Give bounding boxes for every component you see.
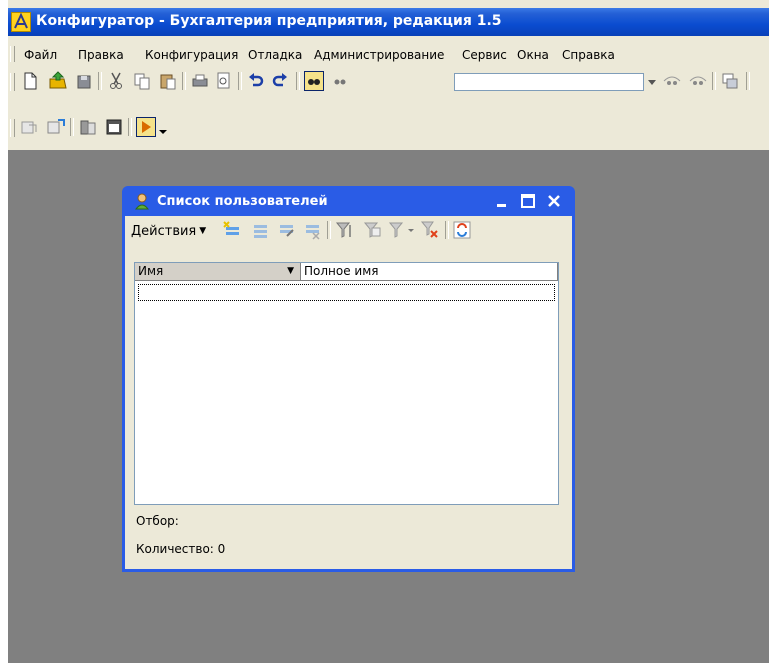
toolbar-separator: [445, 221, 449, 239]
chevron-down-icon[interactable]: [646, 74, 658, 90]
user-list-window: Список пользователей Действия ▼ Имя ▼ По…: [122, 186, 575, 572]
menu-windows[interactable]: Окна: [517, 48, 549, 62]
toolbar-separator: [238, 72, 242, 90]
filter-label: Отбор:: [136, 514, 179, 528]
compare-config-icon[interactable]: [20, 117, 40, 137]
copy-icon[interactable]: [132, 71, 152, 91]
column-header-name-label: Имя: [138, 264, 164, 278]
menu-edit[interactable]: Правка: [78, 48, 124, 62]
search-next-icon[interactable]: [688, 71, 708, 91]
save-icon[interactable]: [74, 71, 94, 91]
app-title-bar[interactable]: Конфигуратор - Бухгалтерия предприятия, …: [8, 8, 769, 36]
user-list-title-bar[interactable]: Список пользователей: [125, 186, 572, 216]
toolbar-separator: [70, 118, 74, 136]
redo-icon[interactable]: [270, 71, 290, 91]
update-config-icon[interactable]: [46, 117, 66, 137]
sort-arrow-icon: ▼: [287, 266, 294, 276]
database-icon[interactable]: [78, 117, 98, 137]
toolbar-separator: [712, 72, 716, 90]
copy-user-icon[interactable]: [249, 219, 271, 241]
run-debug-icon[interactable]: [136, 117, 156, 137]
screen-edge: [0, 0, 8, 663]
preview-icon[interactable]: [214, 71, 234, 91]
configuration-toolbar: [8, 114, 228, 140]
edit-user-icon[interactable]: [275, 219, 297, 241]
menu-bar: Файл Правка Конфигурация Отладка Админис…: [8, 43, 769, 65]
find-next-icon[interactable]: [330, 71, 350, 91]
toolbar-separator: [128, 118, 132, 136]
print-icon[interactable]: [190, 71, 210, 91]
filter-by-value-icon[interactable]: [361, 219, 383, 241]
actions-menu[interactable]: Действия ▼: [131, 224, 206, 239]
column-header-full-name-label: Полное имя: [304, 264, 379, 278]
delete-user-icon[interactable]: [301, 219, 323, 241]
count-label: Количество: 0: [136, 542, 226, 556]
user-icon: [133, 192, 151, 210]
maximize-icon[interactable]: [519, 192, 537, 210]
user-list-body: Действия ▼ Имя ▼ Полное имя Отбор: Колич…: [125, 216, 572, 569]
clear-filter-icon[interactable]: [419, 219, 441, 241]
search-input[interactable]: [454, 73, 644, 91]
refresh-icon[interactable]: [451, 219, 473, 241]
toolbar-separator: [746, 72, 750, 90]
open-icon[interactable]: [48, 71, 68, 91]
toolbar-separator: [327, 221, 331, 239]
minimize-icon[interactable]: [493, 192, 511, 210]
user-table[interactable]: Имя ▼ Полное имя: [134, 262, 559, 505]
configurator-icon: [11, 12, 31, 32]
toolbar-separator: [98, 72, 102, 90]
menu-service[interactable]: Сервис: [462, 48, 507, 62]
designer-icon[interactable]: [104, 117, 124, 137]
paste-icon[interactable]: [158, 71, 178, 91]
toolbar-separator: [182, 72, 186, 90]
cut-icon[interactable]: [106, 71, 126, 91]
menu-configuration[interactable]: Конфигурация: [145, 48, 238, 62]
column-header-full-name[interactable]: Полное имя: [301, 263, 558, 281]
column-header-name[interactable]: Имя ▼: [135, 263, 301, 281]
chevron-down-icon[interactable]: [158, 117, 168, 137]
app-title: Конфигуратор - Бухгалтерия предприятия, …: [36, 13, 502, 29]
menu-bar-grip[interactable]: [10, 46, 15, 62]
user-list-title: Список пользователей: [157, 194, 328, 209]
actions-label: Действия: [131, 224, 197, 239]
dropdown-arrow-icon: ▼: [199, 226, 207, 236]
close-icon[interactable]: [545, 192, 563, 210]
app-window: Конфигуратор - Бухгалтерия предприятия, …: [0, 0, 769, 663]
new-document-icon[interactable]: [20, 71, 40, 91]
toolbar-grip[interactable]: [10, 73, 15, 91]
filter-history-icon[interactable]: [387, 219, 417, 241]
menu-file[interactable]: Файл: [24, 48, 57, 62]
add-user-icon[interactable]: [221, 219, 243, 241]
find-icon[interactable]: [304, 71, 324, 91]
search-prev-icon[interactable]: [662, 71, 682, 91]
menu-debug[interactable]: Отладка: [248, 48, 302, 62]
undo-icon[interactable]: [246, 71, 266, 91]
filter-icon[interactable]: [333, 219, 355, 241]
menu-administration[interactable]: Администрирование: [314, 48, 444, 62]
standard-toolbar: [8, 68, 769, 94]
table-row[interactable]: [138, 284, 555, 301]
toolbar-separator: [296, 72, 300, 90]
toolbar-grip[interactable]: [10, 119, 15, 137]
menu-help[interactable]: Справка: [562, 48, 615, 62]
windows-icon[interactable]: [720, 71, 740, 91]
